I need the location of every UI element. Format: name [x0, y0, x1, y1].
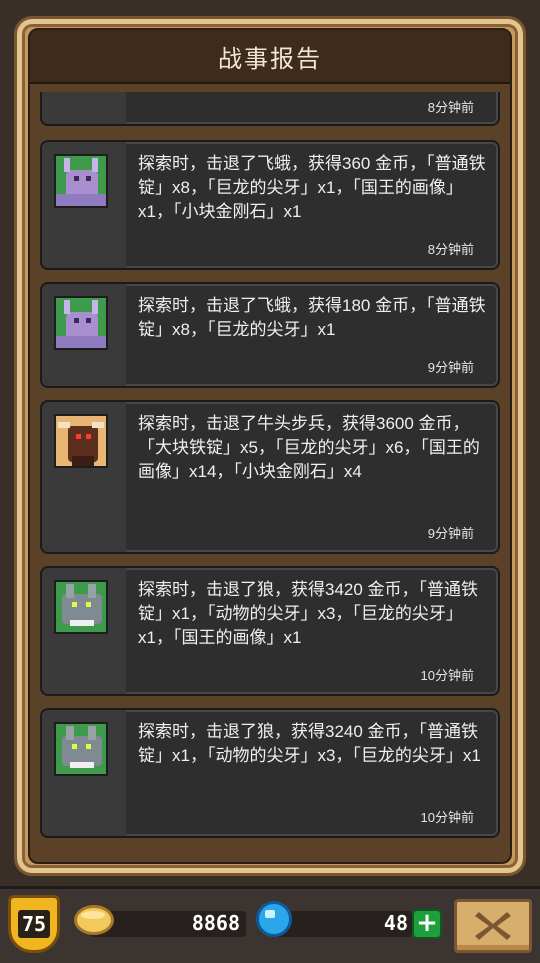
gold-amount: 8868 [191, 911, 240, 935]
resource-bar: 75 8868 48 + [0, 886, 540, 963]
entry-time: 8分钟前 [427, 100, 474, 115]
report-list[interactable]: 8分钟前 探索时，击退了飞蛾，获得360 金币，「普通铁锭」x8，「巨龙的尖牙」… [40, 92, 504, 862]
minotaur-portrait [54, 414, 108, 468]
entry-time: 10分钟前 [420, 810, 474, 825]
entry-message: 探索时，击退了狼，获得3240 金币，「普通铁锭」x1，「动物的尖牙」x3，「巨… [138, 722, 481, 765]
wolf-portrait [54, 722, 108, 776]
entry-message: 探索时，击退了飞蛾，获得360 金币，「普通铁锭」x8，「巨龙的尖牙」x1，「国… [138, 154, 486, 221]
wolf-portrait [54, 580, 108, 634]
list-item: 探索时，击退了飞蛾，获得180 金币，「普通铁锭」x8，「巨龙的尖牙」x1 9分… [40, 282, 500, 388]
entry-time: 8分钟前 [427, 242, 474, 257]
list-item: 探索时，击退了飞蛾，获得360 金币，「普通铁锭」x8，「巨龙的尖牙」x1，「国… [40, 140, 500, 270]
panel-title: 战事报告 [30, 30, 510, 84]
entry-message: 探索时，击退了飞蛾，获得180 金币，「普通铁锭」x8，「巨龙的尖牙」x1 [138, 296, 486, 339]
coin-icon [74, 905, 114, 935]
plus-icon: + [416, 908, 438, 938]
list-item: 探索时，击退了狼，获得3240 金币，「普通铁锭」x1，「动物的尖牙」x3，「巨… [40, 708, 500, 838]
moth-portrait [54, 154, 108, 208]
add-gems-button[interactable]: + [412, 909, 442, 939]
list-item: 探索时，击退了狼，获得3420 金币，「普通铁锭」x1，「动物的尖牙」x3，「巨… [40, 566, 500, 696]
entry-time: 9分钟前 [427, 526, 474, 541]
entry-message: 探索时，击退了牛头步兵，获得3600 金币，「大块铁锭」x5，「巨龙的尖牙」x6… [138, 414, 480, 481]
moth-portrait [54, 296, 108, 350]
close-x-icon [475, 912, 511, 940]
entry-time: 10分钟前 [420, 668, 474, 683]
gem-icon [256, 901, 292, 937]
entry-message: 探索时，击退了狼，获得3420 金币，「普通铁锭」x1，「动物的尖牙」x3，「巨… [138, 580, 479, 647]
entry-time: 9分钟前 [427, 360, 474, 375]
close-button[interactable] [454, 899, 532, 953]
list-item: 探索时，击退了牛头步兵，获得3600 金币，「大块铁锭」x5，「巨龙的尖牙」x6… [40, 400, 500, 554]
battle-report-panel: 战事报告 8分钟前 探索时，击退了飞蛾，获得360 金币，「普通铁锭」x8，「巨… [28, 28, 512, 864]
level-badge[interactable]: 75 [8, 895, 60, 953]
level-value: 75 [17, 910, 51, 938]
gem-amount: 48 [383, 911, 408, 935]
list-item: 8分钟前 [40, 92, 500, 126]
